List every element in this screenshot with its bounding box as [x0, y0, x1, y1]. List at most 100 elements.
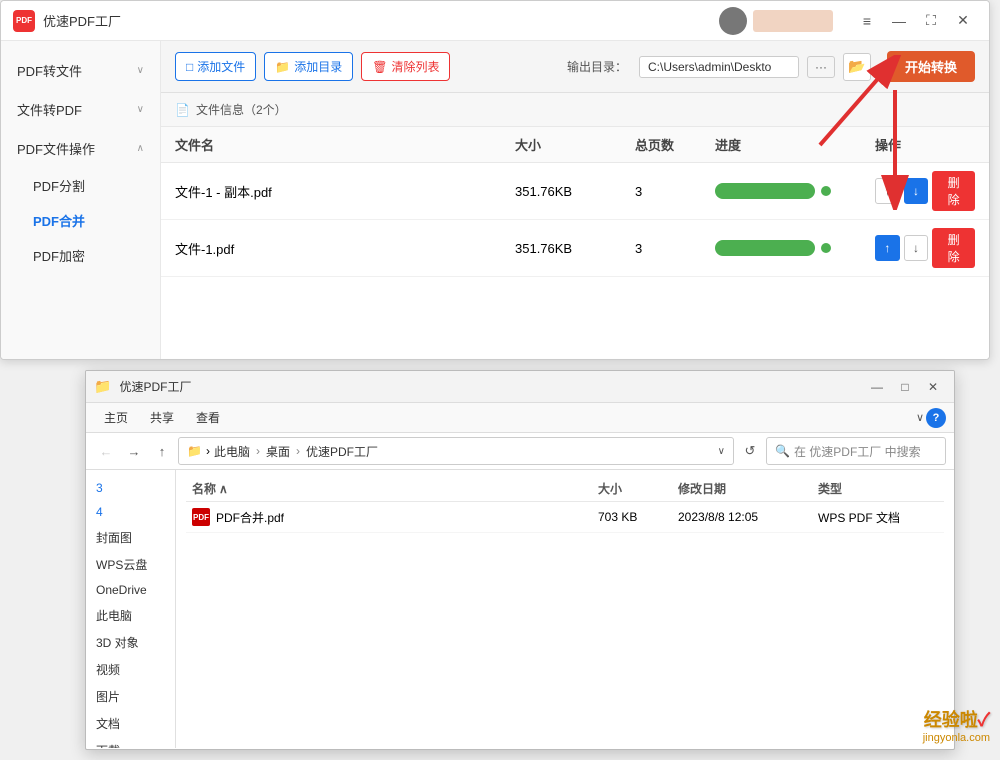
- progress-cell: [715, 183, 875, 199]
- nav-label-wps: WPS云盘: [96, 556, 147, 573]
- addr-desktop: 桌面: [266, 443, 290, 460]
- start-convert-button[interactable]: 开始转换: [887, 51, 975, 82]
- sidebar-item-pdf-to-file[interactable]: PDF转文件 ∨: [1, 51, 160, 90]
- nav-item-thispc[interactable]: 此电脑: [86, 602, 175, 629]
- file-list-header: 名称 ∧ 大小 修改日期 类型: [186, 476, 944, 502]
- search-icon: 🔍: [775, 444, 790, 458]
- nav-item-video[interactable]: 视频: [86, 656, 175, 683]
- file-name-cell: 文件-1.pdf: [175, 239, 515, 258]
- col-size: 大小: [515, 135, 635, 154]
- col-actions: 操作: [875, 135, 975, 154]
- refresh-button[interactable]: ↺: [738, 439, 762, 463]
- nav-label-onedrive: OneDrive: [96, 583, 147, 597]
- move-up-button[interactable]: ↑: [875, 178, 900, 204]
- main-content: □ 添加文件 📁 添加目录 🗑 清除列表 输出目录： C:\Users\admi…: [161, 41, 989, 359]
- progress-bar: [715, 240, 815, 256]
- sidebar-label-file-to-pdf: 文件转PDF: [17, 100, 82, 119]
- nav-label-docs: 文档: [96, 715, 120, 732]
- file-size-cell: 351.76KB: [515, 241, 635, 256]
- progress-bar: [715, 183, 815, 199]
- sidebar-item-pdf-split[interactable]: PDF分割: [17, 168, 160, 203]
- sort-arrow-icon: ∧: [219, 482, 228, 496]
- col-header-date: 修改日期: [678, 480, 818, 497]
- col-header-name[interactable]: 名称 ∧: [192, 480, 598, 497]
- address-bar[interactable]: 📁 › 此电脑 › 桌面 › 优速PDF工厂 ∨: [178, 437, 734, 465]
- folder-icon-addr: 📁: [187, 444, 202, 458]
- explorer-maximize-button[interactable]: □: [892, 374, 918, 400]
- nav-item-onedrive[interactable]: OneDrive: [86, 578, 175, 602]
- nav-item-3dobjects[interactable]: 3D 对象: [86, 629, 175, 656]
- move-down-button[interactable]: ↓: [904, 178, 929, 204]
- progress-cell: [715, 240, 875, 256]
- explorer-close-button[interactable]: ✕: [920, 374, 946, 400]
- app-logo: PDF: [13, 10, 35, 32]
- menu-tab-view-label: 查看: [196, 411, 220, 425]
- addr-dropdown-icon[interactable]: ∨: [718, 446, 725, 457]
- move-up-button[interactable]: ↑: [875, 235, 900, 261]
- up-button[interactable]: ↑: [150, 439, 174, 463]
- add-dir-label: 添加目录: [294, 58, 342, 75]
- addr-sep-2: ›: [296, 444, 300, 458]
- browse-folder-button[interactable]: 📂: [843, 53, 871, 81]
- sidebar-item-pdf-merge[interactable]: PDF合并: [17, 203, 160, 238]
- nav-item-4[interactable]: 4: [86, 500, 175, 524]
- explorer-controls: — □ ✕: [864, 374, 946, 400]
- table-header: 文件名 大小 总页数 进度 操作: [161, 127, 989, 163]
- progress-dot: [821, 186, 831, 196]
- nav-label-thispc: 此电脑: [96, 607, 132, 624]
- clear-list-label: 清除列表: [391, 58, 439, 75]
- help-icon[interactable]: ?: [926, 408, 946, 428]
- add-dir-button[interactable]: 📁 添加目录: [264, 52, 353, 81]
- explorer-title: 优速PDF工厂: [119, 378, 864, 395]
- file-size: 703 KB: [598, 510, 678, 524]
- nav-item-downloads[interactable]: 下载: [86, 737, 175, 748]
- maximize-button[interactable]: ⛶: [917, 7, 945, 35]
- file-pages-cell: 3: [635, 184, 715, 199]
- col-name-label: 名称: [192, 480, 216, 497]
- add-file-button[interactable]: □ 添加文件: [175, 52, 256, 81]
- menu-icon[interactable]: ≡: [853, 7, 881, 35]
- output-more-button[interactable]: ···: [807, 56, 835, 78]
- col-progress: 进度: [715, 135, 875, 154]
- explorer-minimize-button[interactable]: —: [864, 374, 890, 400]
- nav-item-docs[interactable]: 文档: [86, 710, 175, 737]
- search-box[interactable]: 🔍 在 优速PDF工厂 中搜索: [766, 437, 946, 465]
- sidebar-item-pdf-ops[interactable]: PDF文件操作 ∧: [1, 129, 160, 168]
- nav-num-4: 4: [96, 505, 103, 519]
- nav-label-pictures: 图片: [96, 688, 120, 705]
- nav-item-wps[interactable]: WPS云盘: [86, 551, 175, 578]
- minimize-button[interactable]: —: [885, 7, 913, 35]
- nav-item-cover[interactable]: 封面图: [86, 524, 175, 551]
- nav-item-3[interactable]: 3: [86, 476, 175, 500]
- delete-button-row2[interactable]: 删除: [932, 228, 975, 268]
- table-row: 文件-1.pdf 351.76KB 3 ↑ ↓ 删除: [161, 220, 989, 277]
- sidebar-label-pdf-ops: PDF文件操作: [17, 139, 95, 158]
- sidebar-item-pdf-encrypt[interactable]: PDF加密: [17, 238, 160, 273]
- sidebar: PDF转文件 ∨ 文件转PDF ∨ PDF文件操作 ∧ PDF分割 PDF合并 …: [1, 41, 161, 359]
- move-down-button[interactable]: ↓: [904, 235, 929, 261]
- explorer-body: 3 4 封面图 WPS云盘 OneDrive 此电脑 3D 对象 视频: [86, 470, 954, 748]
- clear-list-button[interactable]: 🗑 清除列表: [361, 52, 450, 81]
- sidebar-label-pdf-merge: PDF合并: [33, 214, 85, 229]
- menu-tab-share[interactable]: 共享: [140, 405, 184, 430]
- nav-num-3: 3: [96, 481, 103, 495]
- addr-thispc: 此电脑: [214, 443, 250, 460]
- add-dir-icon: 📁: [275, 60, 290, 74]
- sidebar-item-file-to-pdf[interactable]: 文件转PDF ∨: [1, 90, 160, 129]
- forward-button[interactable]: →: [122, 439, 146, 463]
- list-item[interactable]: PDF PDF合并.pdf 703 KB 2023/8/8 12:05 WPS …: [186, 502, 944, 533]
- app-window: PDF 优速PDF工厂 ≡ — ⛶ ✕ PDF转文件 ∨ 文件转PDF ∨: [0, 0, 990, 360]
- delete-button-row1[interactable]: 删除: [932, 171, 975, 211]
- sidebar-sub-menu: PDF分割 PDF合并 PDF加密: [1, 168, 160, 273]
- file-modified: 2023/8/8 12:05: [678, 510, 818, 524]
- back-button[interactable]: ←: [94, 439, 118, 463]
- menu-tab-view[interactable]: 查看: [186, 405, 230, 430]
- menu-chevron-icon[interactable]: ∨: [916, 411, 924, 424]
- addr-sep-1: ›: [256, 444, 260, 458]
- nav-item-pictures[interactable]: 图片: [86, 683, 175, 710]
- explorer-addressbar: ← → ↑ 📁 › 此电脑 › 桌面 › 优速PDF工厂 ∨ ↺ 🔍 在 优速P…: [86, 433, 954, 470]
- close-button[interactable]: ✕: [949, 7, 977, 35]
- explorer-folder-icon: 📁: [94, 378, 111, 395]
- progress-dot: [821, 243, 831, 253]
- menu-tab-home[interactable]: 主页: [94, 405, 138, 430]
